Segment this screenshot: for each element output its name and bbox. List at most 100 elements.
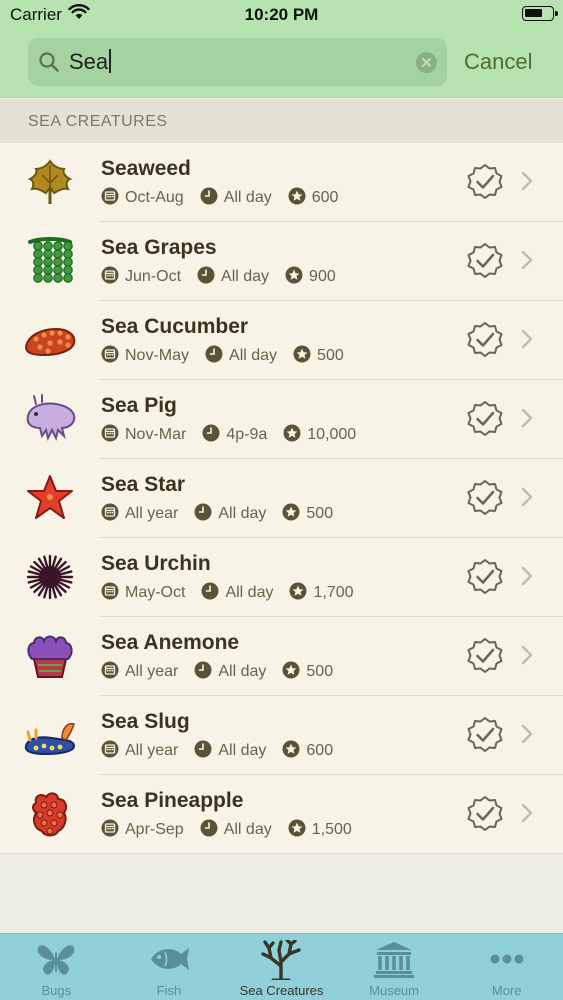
price-info: 500 bbox=[293, 345, 344, 368]
price-label: 1,500 bbox=[311, 821, 352, 838]
price-label: 600 bbox=[311, 189, 339, 206]
creature-meta: Apr-Sep All day 1,500 bbox=[101, 819, 368, 841]
museum-icon bbox=[374, 940, 415, 983]
creature-meta: Jun-Oct All day 900 bbox=[101, 266, 352, 288]
clear-icon[interactable] bbox=[416, 52, 437, 73]
season-label: Nov-May bbox=[125, 347, 190, 364]
price-label: 500 bbox=[306, 505, 334, 522]
sea-anemone-icon bbox=[22, 631, 78, 681]
creature-name: Seaweed bbox=[101, 157, 191, 180]
caught-badge-icon[interactable] bbox=[466, 795, 504, 838]
price-label: 500 bbox=[306, 663, 334, 680]
star-icon bbox=[289, 582, 313, 605]
clock-icon bbox=[194, 661, 218, 684]
star-icon bbox=[283, 424, 307, 447]
tab-sea-creatures[interactable]: Sea Creatures bbox=[225, 934, 338, 1000]
creature-meta: Oct-Aug All day 600 bbox=[101, 187, 354, 209]
list-item[interactable]: Sea Urchin May-Oct All day 1,700 bbox=[0, 538, 563, 617]
chevron-right-icon bbox=[521, 724, 533, 749]
clock-icon bbox=[200, 187, 224, 210]
search-field[interactable]: Sea bbox=[28, 38, 447, 86]
tab-bar: Bugs Fish Sea Creatures Museum More bbox=[0, 933, 563, 1000]
creature-name: Sea Urchin bbox=[101, 552, 211, 575]
time-info: All day bbox=[194, 661, 266, 684]
price-label: 500 bbox=[317, 347, 344, 364]
season-info: Oct-Aug bbox=[101, 187, 184, 210]
creature-name: Sea Pineapple bbox=[101, 789, 244, 812]
list-item[interactable]: Sea Grapes Jun-Oct All day 900 bbox=[0, 222, 563, 301]
list-item[interactable]: Sea Star All year All day 500 bbox=[0, 459, 563, 538]
cancel-button[interactable]: Cancel bbox=[464, 49, 532, 75]
season-info: Apr-Sep bbox=[101, 819, 184, 842]
price-info: 500 bbox=[282, 661, 333, 684]
star-icon bbox=[293, 345, 317, 368]
caught-badge-icon[interactable] bbox=[466, 321, 504, 364]
calendar-icon bbox=[101, 582, 125, 605]
search-input[interactable]: Sea bbox=[69, 49, 112, 75]
time-info: 4p-9a bbox=[202, 424, 267, 447]
empty-area bbox=[0, 854, 563, 933]
tab-bugs[interactable]: Bugs bbox=[0, 934, 113, 1000]
clock-label: 10:20 PM bbox=[244, 5, 319, 24]
price-info: 1,500 bbox=[288, 819, 352, 842]
chevron-right-icon bbox=[521, 645, 533, 670]
calendar-icon bbox=[101, 345, 125, 368]
time-info: All day bbox=[205, 345, 277, 368]
price-info: 1,700 bbox=[289, 582, 354, 605]
clock-icon bbox=[197, 266, 221, 289]
clock-icon bbox=[200, 819, 224, 842]
creature-name: Sea Cucumber bbox=[101, 315, 249, 338]
clock-icon bbox=[205, 345, 229, 368]
list-item[interactable]: Sea Pig Nov-Mar 4p-9a 10,000 bbox=[0, 380, 563, 459]
season-label: All year bbox=[125, 505, 179, 522]
time-label: All day bbox=[218, 742, 267, 759]
caught-badge-icon[interactable] bbox=[466, 558, 504, 601]
time-label: All day bbox=[218, 505, 267, 522]
season-label: All year bbox=[125, 663, 179, 680]
star-icon bbox=[288, 819, 312, 842]
star-icon bbox=[288, 187, 312, 210]
creature-name: Sea Anemone bbox=[101, 631, 240, 654]
creature-meta: All year All day 600 bbox=[101, 740, 349, 762]
caught-badge-icon[interactable] bbox=[466, 479, 504, 522]
tab-more[interactable]: More bbox=[450, 934, 563, 1000]
price-info: 600 bbox=[288, 187, 339, 210]
chevron-right-icon bbox=[521, 250, 533, 275]
calendar-icon bbox=[101, 503, 125, 526]
chevron-right-icon bbox=[521, 803, 533, 828]
calendar-icon bbox=[101, 187, 125, 210]
more-dots-icon bbox=[487, 940, 527, 983]
caught-badge-icon[interactable] bbox=[466, 163, 504, 206]
time-info: All day bbox=[200, 819, 272, 842]
list-item[interactable]: Sea Cucumber Nov-May All day 500 bbox=[0, 301, 563, 380]
season-info: All year bbox=[101, 661, 178, 684]
time-info: All day bbox=[194, 503, 266, 526]
list-item[interactable]: Sea Slug All year All day 600 bbox=[0, 696, 563, 775]
price-info: 900 bbox=[285, 266, 336, 289]
list-item[interactable]: Sea Pineapple Apr-Sep All day 1,500 bbox=[0, 775, 563, 854]
list-item[interactable]: Sea Anemone All year All day 500 bbox=[0, 617, 563, 696]
tab-fish[interactable]: Fish bbox=[113, 934, 226, 1000]
caught-badge-icon[interactable] bbox=[466, 637, 504, 680]
tab-label: Sea Creatures bbox=[239, 983, 324, 998]
star-icon bbox=[282, 740, 306, 763]
chevron-right-icon bbox=[521, 329, 533, 354]
chevron-right-icon bbox=[521, 171, 533, 196]
time-label: All day bbox=[223, 821, 272, 838]
caught-badge-icon[interactable] bbox=[466, 242, 504, 285]
chevron-right-icon bbox=[521, 408, 533, 433]
price-label: 10,000 bbox=[307, 426, 357, 443]
caught-badge-icon[interactable] bbox=[466, 400, 504, 443]
tab-museum[interactable]: Museum bbox=[338, 934, 451, 1000]
star-icon bbox=[282, 661, 306, 684]
list-item[interactable]: Seaweed Oct-Aug All day 600 bbox=[0, 143, 563, 222]
clock-icon bbox=[201, 582, 225, 605]
time-label: All day bbox=[221, 268, 270, 285]
price-info: 500 bbox=[282, 503, 333, 526]
price-label: 1,700 bbox=[313, 584, 354, 601]
caught-badge-icon[interactable] bbox=[466, 716, 504, 759]
seaweed-icon bbox=[22, 157, 78, 207]
section-title: SEA CREATURES bbox=[28, 113, 168, 130]
time-label: All day bbox=[229, 347, 278, 364]
price-info: 10,000 bbox=[283, 424, 356, 447]
